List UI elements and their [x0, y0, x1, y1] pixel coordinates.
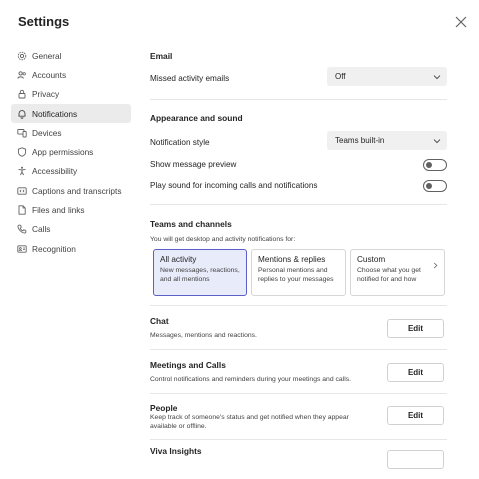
card-title: Custom	[357, 255, 386, 264]
divider	[150, 393, 447, 394]
chat-heading: Chat	[150, 316, 169, 326]
card-all-activity[interactable]: All activity New messages, reactions, an…	[153, 249, 247, 296]
sidebar-item-accounts[interactable]: Accounts	[11, 65, 131, 84]
notifications-panel: Email Missed activity emails Off Appeara…	[149, 46, 449, 479]
file-icon	[17, 205, 27, 215]
meetings-edit-button[interactable]: Edit	[387, 363, 444, 382]
toggle-knob	[426, 183, 432, 189]
sidebar-item-privacy[interactable]: Privacy	[11, 85, 131, 104]
people-edit-button[interactable]: Edit	[387, 406, 444, 425]
devices-icon	[17, 128, 27, 138]
card-custom[interactable]: Custom Choose what you get notified for …	[350, 249, 445, 296]
divider	[150, 204, 447, 205]
sidebar-item-label: Recognition	[32, 243, 76, 254]
lock-icon	[17, 89, 27, 99]
divider	[150, 349, 447, 350]
appearance-heading: Appearance and sound	[150, 113, 243, 123]
message-preview-toggle[interactable]	[423, 159, 447, 171]
missed-activity-dropdown[interactable]: Off	[327, 67, 447, 86]
sidebar-item-label: Devices	[32, 127, 62, 138]
divider	[150, 305, 447, 306]
divider	[150, 99, 447, 100]
people-heading: People	[150, 403, 178, 413]
shield-icon	[17, 147, 27, 157]
sidebar-item-label: General	[32, 50, 62, 61]
dialog-title: Settings	[18, 14, 70, 29]
phone-icon	[17, 224, 27, 234]
card-mentions-replies[interactable]: Mentions & replies Personal mentions and…	[251, 249, 346, 296]
sidebar-item-devices[interactable]: Devices	[11, 123, 131, 142]
people-description: Keep track of someone's status and get n…	[150, 414, 349, 430]
sidebar-item-accessibility[interactable]: Accessibility	[11, 162, 131, 181]
sidebar-item-label: Calls	[32, 224, 51, 235]
sidebar-item-recognition[interactable]: Recognition	[11, 239, 131, 258]
card-description: Choose what you get notified for and how	[357, 267, 421, 283]
accessibility-icon	[17, 166, 27, 176]
settings-sidebar: General Accounts Privacy Notifications D…	[11, 46, 131, 258]
email-heading: Email	[150, 51, 173, 61]
dropdown-value: Teams built-in	[335, 136, 385, 145]
chevron-down-icon	[433, 137, 441, 145]
teams-channels-heading: Teams and channels	[150, 219, 232, 229]
card-description: Personal mentions and replies to your me…	[258, 267, 334, 283]
bell-icon	[17, 109, 27, 119]
settings-dialog: Settings General Accounts Privacy Notifi…	[0, 0, 479, 479]
sidebar-item-label: Files and links	[32, 205, 85, 216]
sidebar-item-label: Notifications	[32, 108, 78, 119]
viva-edit-button[interactable]	[387, 450, 444, 469]
dropdown-value: Off	[335, 72, 346, 81]
sidebar-item-notifications[interactable]: Notifications	[11, 103, 131, 124]
notification-style-label: Notification style	[150, 138, 210, 147]
chevron-down-icon	[433, 73, 441, 81]
sidebar-item-files-links[interactable]: Files and links	[11, 200, 131, 219]
viva-insights-heading: Viva Insights	[150, 446, 202, 456]
toggle-knob	[426, 162, 432, 168]
sidebar-item-label: Accounts	[32, 69, 67, 80]
notification-style-dropdown[interactable]: Teams built-in	[327, 131, 447, 150]
chat-edit-button[interactable]: Edit	[387, 319, 444, 338]
sidebar-item-label: Captions and transcripts	[32, 185, 122, 196]
play-sound-label: Play sound for incoming calls and notifi…	[150, 181, 318, 190]
play-sound-toggle[interactable]	[423, 180, 447, 192]
captions-icon	[17, 186, 27, 196]
sidebar-item-label: Privacy	[32, 89, 60, 100]
sidebar-item-captions[interactable]: Captions and transcripts	[11, 181, 131, 200]
activity-options: All activity New messages, reactions, an…	[153, 249, 445, 297]
sidebar-item-label: App permissions	[32, 147, 94, 158]
missed-activity-label: Missed activity emails	[150, 74, 230, 83]
sidebar-item-calls[interactable]: Calls	[11, 220, 131, 239]
meetings-description: Control notifications and reminders duri…	[150, 376, 351, 383]
sidebar-item-label: Accessibility	[32, 166, 78, 177]
accounts-icon	[17, 70, 27, 80]
message-preview-label: Show message preview	[150, 160, 237, 169]
recognition-icon	[17, 244, 27, 254]
gear-icon	[17, 51, 27, 61]
card-title: Mentions & replies	[258, 255, 326, 264]
meetings-heading: Meetings and Calls	[150, 360, 226, 370]
close-icon[interactable]	[453, 14, 469, 30]
divider	[150, 439, 447, 440]
card-description: New messages, reactions, and all mention…	[160, 267, 240, 283]
sidebar-item-app-permissions[interactable]: App permissions	[11, 142, 131, 161]
chat-description: Messages, mentions and reactions.	[150, 332, 257, 339]
teams-channels-subtitle: You will get desktop and activity notifi…	[150, 236, 296, 243]
chevron-right-icon	[432, 256, 439, 269]
sidebar-item-general[interactable]: General	[11, 46, 131, 65]
card-title: All activity	[160, 255, 197, 264]
